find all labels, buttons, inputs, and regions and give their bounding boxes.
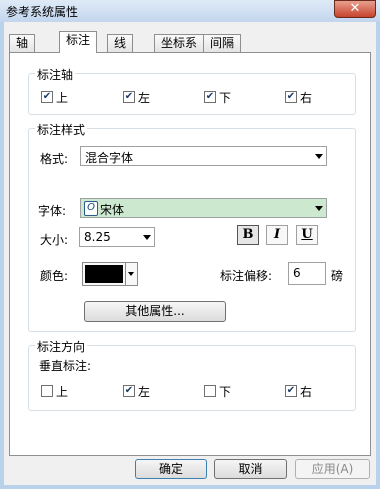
- more-properties-label: 其他属性...: [125, 304, 185, 318]
- checkmark-icon: ✔: [123, 91, 135, 103]
- offset-unit: 磅: [331, 269, 344, 283]
- checkmark-icon: ✔: [285, 385, 297, 397]
- size-select[interactable]: 8.25: [79, 227, 155, 247]
- vertical-top-label: 上: [56, 384, 69, 399]
- font-value: 宋体: [100, 203, 125, 217]
- axis-right-checkbox[interactable]: ✔ 右: [285, 89, 312, 105]
- checkmark-icon: ✔: [204, 91, 216, 103]
- ok-button[interactable]: 确定: [135, 459, 207, 479]
- underline-icon: U: [301, 227, 313, 242]
- offset-label: 标注偏移:: [220, 269, 273, 283]
- title-bar: 参考系统属性 ✕: [0, 0, 380, 22]
- vertical-label: 垂直标注:: [39, 359, 92, 373]
- tab-line-label: 线: [114, 36, 127, 50]
- axis-top-checkbox[interactable]: ✔ 上: [41, 89, 68, 105]
- label-style-legend: 标注样式: [35, 121, 88, 138]
- size-value: 8.25: [84, 230, 111, 244]
- label-direction-legend: 标注方向: [35, 338, 88, 355]
- font-select[interactable]: O 宋体: [80, 198, 327, 218]
- font-label: 字体:: [38, 204, 67, 218]
- format-select[interactable]: 混合字体: [80, 146, 327, 166]
- label-axis-group: 标注轴 ✔ 上 ✔ 左 ✔ 下 ✔ 右: [28, 66, 356, 115]
- italic-icon: I: [273, 227, 281, 242]
- tab-label[interactable]: 标注: [59, 31, 98, 53]
- checkbox-empty-icon: [204, 385, 216, 397]
- tab-coordinate-system-label: 坐标系: [161, 36, 198, 50]
- tab-axis[interactable]: 轴: [9, 34, 36, 52]
- apply-label: 应用(A): [311, 462, 354, 476]
- axis-top-label: 上: [56, 90, 69, 105]
- label-axis-legend: 标注轴: [35, 66, 76, 83]
- tab-coordinate-system[interactable]: 坐标系: [154, 34, 205, 52]
- tab-interval[interactable]: 间隔: [203, 34, 242, 52]
- chevron-down-icon: [315, 154, 323, 159]
- checkmark-icon: ✔: [41, 91, 53, 103]
- tab-label-label: 标注: [66, 33, 91, 47]
- format-value: 混合字体: [85, 151, 134, 165]
- color-picker[interactable]: [82, 262, 138, 286]
- axis-left-label: 左: [138, 90, 151, 105]
- color-label: 颜色:: [40, 269, 69, 283]
- color-swatch: [85, 265, 123, 283]
- cancel-button[interactable]: 取消: [214, 459, 287, 479]
- cancel-label: 取消: [238, 462, 263, 476]
- vertical-bottom-checkbox[interactable]: 下: [204, 383, 231, 399]
- vertical-top-checkbox[interactable]: 上: [41, 383, 68, 399]
- vertical-left-label: 左: [138, 384, 151, 399]
- axis-bottom-checkbox[interactable]: ✔ 下: [204, 89, 231, 105]
- more-properties-button[interactable]: 其他属性...: [84, 301, 226, 322]
- vertical-left-checkbox[interactable]: ✔ 左: [123, 383, 150, 399]
- bold-button[interactable]: B: [237, 225, 259, 245]
- vertical-bottom-label: 下: [219, 384, 232, 399]
- checkmark-icon: ✔: [123, 385, 135, 397]
- bold-icon: B: [242, 227, 254, 242]
- ok-label: 确定: [158, 462, 183, 476]
- vertical-right-label: 右: [300, 384, 313, 399]
- dialog-client: 轴 标注 线 坐标系 间隔 标注轴 ✔ 上 ✔ 左 ✔ 下 ✔ 右 标注样式 格…: [4, 22, 376, 485]
- axis-right-label: 右: [300, 90, 313, 105]
- italic-button[interactable]: I: [266, 225, 288, 245]
- axis-bottom-label: 下: [219, 90, 232, 105]
- tab-axis-label: 轴: [16, 36, 29, 50]
- tab-interval-label: 间隔: [210, 36, 235, 50]
- tab-line[interactable]: 线: [107, 34, 134, 52]
- label-direction-group: 标注方向 垂直标注: 上 ✔ 左 下 ✔ 右: [28, 338, 356, 411]
- close-button[interactable]: ✕: [334, 0, 376, 18]
- font-type-icon: O: [84, 201, 98, 216]
- offset-value: 6: [293, 266, 301, 280]
- format-label: 格式:: [40, 152, 69, 166]
- checkmark-icon: ✔: [285, 91, 297, 103]
- color-picker-divider: [125, 263, 126, 285]
- size-label: 大小:: [40, 233, 69, 247]
- axis-left-checkbox[interactable]: ✔ 左: [123, 89, 150, 105]
- offset-input[interactable]: 6: [288, 262, 326, 285]
- window-title: 参考系统属性: [6, 5, 79, 19]
- checkbox-empty-icon: [41, 385, 53, 397]
- close-icon: ✕: [349, 1, 361, 16]
- underline-button[interactable]: U: [296, 225, 318, 245]
- chevron-down-icon: [315, 206, 323, 211]
- chevron-down-icon: [128, 272, 134, 276]
- tab-panel: 标注轴 ✔ 上 ✔ 左 ✔ 下 ✔ 右 标注样式 格式: 混合字体 字体: O …: [9, 52, 371, 456]
- chevron-down-icon: [143, 235, 151, 240]
- apply-button[interactable]: 应用(A): [295, 459, 370, 479]
- vertical-right-checkbox[interactable]: ✔ 右: [285, 383, 312, 399]
